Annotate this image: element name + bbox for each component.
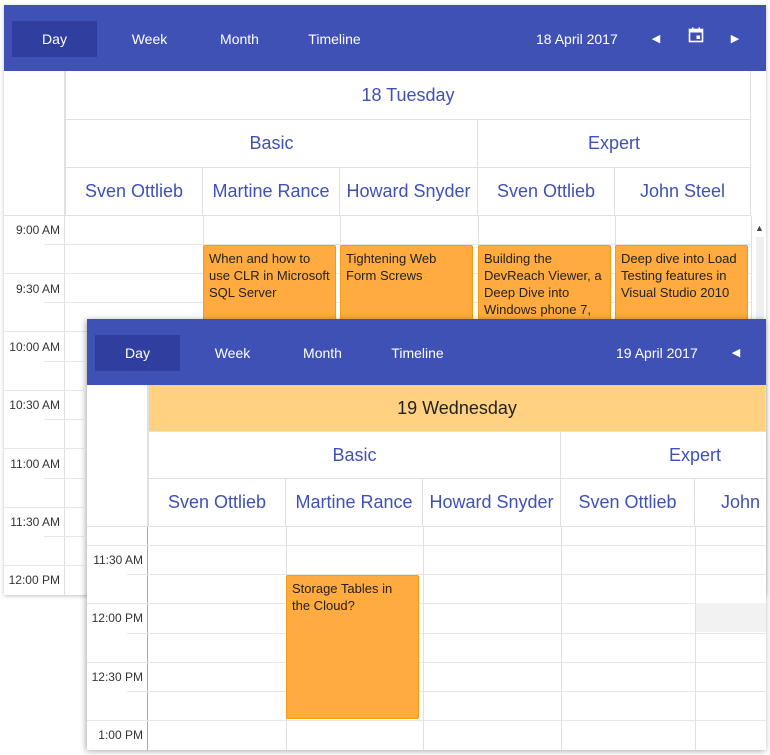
view-day-button[interactable]: Day — [95, 335, 180, 371]
grid-line — [127, 633, 766, 634]
appointment[interactable]: Storage Tables in the Cloud? — [286, 575, 419, 719]
grid-line — [44, 361, 84, 362]
toolbar: Day Week Month Timeline 19 April 2017 ◀ — [87, 319, 766, 385]
grid-line — [44, 478, 84, 479]
resource-header: John Steel — [615, 168, 751, 216]
appointment[interactable]: Building the DevReach Viewer, a Deep Div… — [478, 245, 611, 325]
nonworking-slot — [695, 603, 766, 632]
resource-header: Martine Rance — [286, 479, 423, 527]
appointment[interactable]: When and how to use CLR in Microsoft SQL… — [203, 245, 336, 325]
time-header-corner — [87, 385, 148, 527]
view-month-button[interactable]: Month — [197, 21, 282, 57]
resource-header: Martine Rance — [203, 168, 340, 216]
resource-header: Howard Snyder — [423, 479, 561, 527]
time-header-corner — [4, 71, 65, 216]
grid-line — [44, 536, 84, 537]
time-label: 11:30 AM — [93, 553, 143, 567]
time-label: 11:30 AM — [10, 515, 60, 529]
time-label: 1:00 PM — [98, 728, 143, 742]
group-header-basic: Basic — [65, 120, 478, 168]
time-label: 12:00 PM — [91, 611, 143, 625]
view-timeline-button[interactable]: Timeline — [370, 335, 465, 371]
time-label: 10:30 AM — [9, 398, 60, 412]
calendar-icon[interactable] — [684, 27, 708, 51]
date-label[interactable]: 18 April 2017 — [536, 21, 618, 57]
view-timeline-button[interactable]: Timeline — [287, 21, 382, 57]
grid-line — [87, 662, 766, 663]
grid-line — [4, 565, 84, 566]
resource-header: Sven Ottlieb — [148, 479, 286, 527]
grid-line — [44, 419, 84, 420]
appointment[interactable]: Deep dive into Load Testing features in … — [615, 245, 748, 325]
resource-header: Howard Snyder — [340, 168, 478, 216]
time-label: 12:00 PM — [8, 573, 60, 587]
next-date-icon[interactable]: ▶ — [723, 27, 747, 51]
view-week-button[interactable]: Week — [107, 21, 192, 57]
grid-line — [423, 527, 424, 750]
grid-line — [127, 691, 766, 692]
grid-line — [87, 545, 766, 546]
appointment[interactable]: Tightening Web Form Screws — [340, 245, 473, 325]
time-label: 9:30 AM — [15, 282, 60, 296]
grid-line — [751, 216, 752, 326]
resource-header: Sven Ottlieb — [478, 168, 615, 216]
grid-line — [4, 448, 84, 449]
grid-line — [87, 603, 766, 604]
date-label[interactable]: 19 April 2017 — [616, 335, 698, 371]
scheduler-front: Day Week Month Timeline 19 April 2017 ◀ … — [87, 319, 766, 750]
time-label: 12:30 PM — [91, 670, 143, 684]
group-header-expert: Expert — [561, 432, 766, 479]
time-label: 9:00 AM — [15, 223, 60, 237]
grid-line — [561, 527, 562, 750]
resource-header: Sven Ottlieb — [561, 479, 695, 527]
day-header[interactable]: 18 Tuesday — [65, 71, 751, 120]
grid-line — [4, 390, 84, 391]
toolbar: Day Week Month Timeline 18 April 2017 ◀ … — [4, 5, 766, 71]
grid-line — [127, 574, 766, 575]
view-month-button[interactable]: Month — [280, 335, 365, 371]
resource-header: Sven Ottlieb — [65, 168, 203, 216]
prev-date-icon[interactable]: ◀ — [724, 341, 748, 365]
time-label: 11:00 AM — [10, 457, 60, 471]
view-day-button[interactable]: Day — [12, 21, 97, 57]
group-header-expert: Expert — [478, 120, 751, 168]
grid-line — [695, 527, 696, 750]
resource-header: John — [695, 479, 766, 527]
prev-date-icon[interactable]: ◀ — [644, 27, 668, 51]
day-header-today[interactable]: 19 Wednesday — [148, 385, 766, 432]
grid-line — [4, 507, 84, 508]
scroll-up-arrow-icon[interactable]: ▲ — [755, 223, 764, 233]
group-header-basic: Basic — [148, 432, 561, 479]
view-week-button[interactable]: Week — [190, 335, 275, 371]
time-label: 10:00 AM — [9, 340, 60, 354]
grid-line — [87, 720, 766, 721]
